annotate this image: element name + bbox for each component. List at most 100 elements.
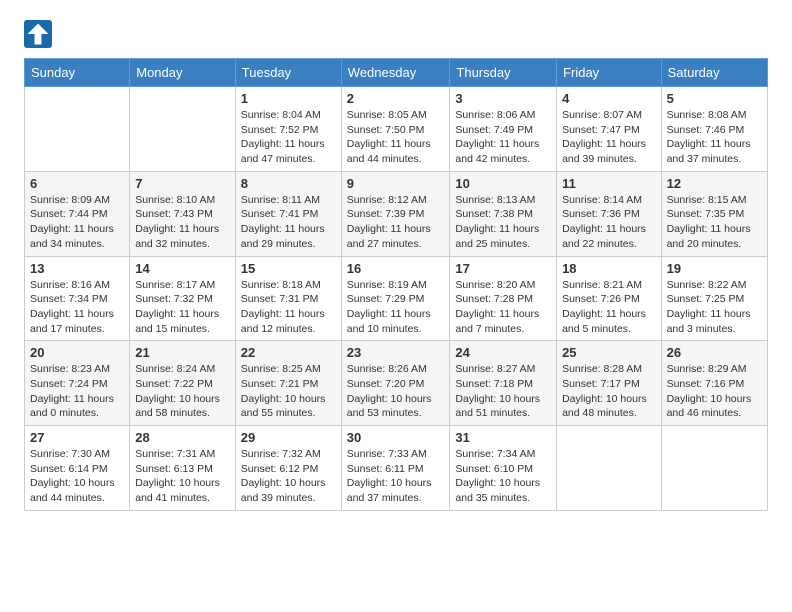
- calendar-cell: 4 Sunrise: 8:07 AM Sunset: 7:47 PM Daylig…: [557, 87, 662, 172]
- page: SundayMondayTuesdayWednesdayThursdayFrid…: [0, 0, 792, 531]
- day-info: Sunrise: 8:28 AM Sunset: 7:17 PM Dayligh…: [562, 362, 656, 421]
- day-info: Sunrise: 8:12 AM Sunset: 7:39 PM Dayligh…: [347, 193, 445, 252]
- day-number: 25: [562, 345, 656, 360]
- day-info: Sunrise: 8:25 AM Sunset: 7:21 PM Dayligh…: [241, 362, 336, 421]
- day-info: Sunrise: 8:26 AM Sunset: 7:20 PM Dayligh…: [347, 362, 445, 421]
- day-info: Sunrise: 8:11 AM Sunset: 7:41 PM Dayligh…: [241, 193, 336, 252]
- day-number: 12: [667, 176, 762, 191]
- calendar-cell: 25 Sunrise: 8:28 AM Sunset: 7:17 PM Dayli…: [557, 341, 662, 426]
- day-number: 26: [667, 345, 762, 360]
- day-info: Sunrise: 8:17 AM Sunset: 7:32 PM Dayligh…: [135, 278, 230, 337]
- day-info: Sunrise: 8:10 AM Sunset: 7:43 PM Dayligh…: [135, 193, 230, 252]
- day-number: 7: [135, 176, 230, 191]
- day-info: Sunrise: 7:34 AM Sunset: 6:10 PM Dayligh…: [455, 447, 551, 506]
- day-info: Sunrise: 8:18 AM Sunset: 7:31 PM Dayligh…: [241, 278, 336, 337]
- day-info: Sunrise: 8:21 AM Sunset: 7:26 PM Dayligh…: [562, 278, 656, 337]
- calendar-cell: 12Sunrise: 8:15 AM Sunset: 7:35 PM Dayli…: [661, 171, 767, 256]
- calendar-cell: 18 Sunrise: 8:21 AM Sunset: 7:26 PM Dayli…: [557, 256, 662, 341]
- day-info: Sunrise: 8:04 AM Sunset: 7:52 PM Dayligh…: [241, 108, 336, 167]
- day-number: 4: [562, 91, 656, 106]
- calendar-week-row: 1 Sunrise: 8:04 AM Sunset: 7:52 PM Daylig…: [25, 87, 768, 172]
- day-info: Sunrise: 8:06 AM Sunset: 7:49 PM Dayligh…: [455, 108, 551, 167]
- day-number: 29: [241, 430, 336, 445]
- day-of-week-header: Monday: [130, 59, 236, 87]
- calendar-cell: 19 Sunrise: 8:22 AM Sunset: 7:25 PM Dayli…: [661, 256, 767, 341]
- day-of-week-header: Sunday: [25, 59, 130, 87]
- day-info: Sunrise: 8:23 AM Sunset: 7:24 PM Dayligh…: [30, 362, 124, 421]
- day-number: 10: [455, 176, 551, 191]
- day-number: 17: [455, 261, 551, 276]
- calendar-cell: 3Sunrise: 8:06 AM Sunset: 7:49 PM Daylig…: [450, 87, 557, 172]
- calendar-cell: 1 Sunrise: 8:04 AM Sunset: 7:52 PM Daylig…: [235, 87, 341, 172]
- calendar-cell: 30 Sunrise: 7:33 AM Sunset: 6:11 PM Dayli…: [341, 426, 450, 511]
- calendar-cell: 22Sunrise: 8:25 AM Sunset: 7:21 PM Dayli…: [235, 341, 341, 426]
- calendar-cell: [130, 87, 236, 172]
- calendar-cell: 29 Sunrise: 7:32 AM Sunset: 6:12 PM Dayli…: [235, 426, 341, 511]
- calendar-cell: 2 Sunrise: 8:05 AM Sunset: 7:50 PM Daylig…: [341, 87, 450, 172]
- calendar-cell: 8Sunrise: 8:11 AM Sunset: 7:41 PM Daylig…: [235, 171, 341, 256]
- day-info: Sunrise: 8:13 AM Sunset: 7:38 PM Dayligh…: [455, 193, 551, 252]
- day-number: 6: [30, 176, 124, 191]
- day-number: 11: [562, 176, 656, 191]
- calendar-cell: [25, 87, 130, 172]
- calendar-cell: 9 Sunrise: 8:12 AM Sunset: 7:39 PM Daylig…: [341, 171, 450, 256]
- calendar-cell: 21 Sunrise: 8:24 AM Sunset: 7:22 PM Dayli…: [130, 341, 236, 426]
- calendar-cell: 10 Sunrise: 8:13 AM Sunset: 7:38 PM Dayli…: [450, 171, 557, 256]
- day-info: Sunrise: 8:20 AM Sunset: 7:28 PM Dayligh…: [455, 278, 551, 337]
- logo-icon: [24, 20, 52, 48]
- day-info: Sunrise: 8:24 AM Sunset: 7:22 PM Dayligh…: [135, 362, 230, 421]
- calendar-header-row: SundayMondayTuesdayWednesdayThursdayFrid…: [25, 59, 768, 87]
- calendar-week-row: 6 Sunrise: 8:09 AM Sunset: 7:44 PM Daylig…: [25, 171, 768, 256]
- day-number: 9: [347, 176, 445, 191]
- day-number: 5: [667, 91, 762, 106]
- day-number: 16: [347, 261, 445, 276]
- calendar-week-row: 27 Sunrise: 7:30 AM Sunset: 6:14 PM Dayli…: [25, 426, 768, 511]
- calendar-cell: 5 Sunrise: 8:08 AM Sunset: 7:46 PM Daylig…: [661, 87, 767, 172]
- calendar-cell: 31 Sunrise: 7:34 AM Sunset: 6:10 PM Dayli…: [450, 426, 557, 511]
- day-number: 13: [30, 261, 124, 276]
- calendar-cell: 7 Sunrise: 8:10 AM Sunset: 7:43 PM Daylig…: [130, 171, 236, 256]
- day-number: 18: [562, 261, 656, 276]
- logo: [24, 20, 56, 48]
- day-number: 27: [30, 430, 124, 445]
- day-info: Sunrise: 7:30 AM Sunset: 6:14 PM Dayligh…: [30, 447, 124, 506]
- calendar-cell: 15 Sunrise: 8:18 AM Sunset: 7:31 PM Dayli…: [235, 256, 341, 341]
- day-info: Sunrise: 7:32 AM Sunset: 6:12 PM Dayligh…: [241, 447, 336, 506]
- calendar-cell: 13 Sunrise: 8:16 AM Sunset: 7:34 PM Dayli…: [25, 256, 130, 341]
- calendar-table: SundayMondayTuesdayWednesdayThursdayFrid…: [24, 58, 768, 511]
- calendar-cell: [661, 426, 767, 511]
- calendar-cell: 24Sunrise: 8:27 AM Sunset: 7:18 PM Dayli…: [450, 341, 557, 426]
- day-info: Sunrise: 8:07 AM Sunset: 7:47 PM Dayligh…: [562, 108, 656, 167]
- calendar-week-row: 13 Sunrise: 8:16 AM Sunset: 7:34 PM Dayli…: [25, 256, 768, 341]
- day-number: 31: [455, 430, 551, 445]
- day-info: Sunrise: 8:27 AM Sunset: 7:18 PM Dayligh…: [455, 362, 551, 421]
- day-of-week-header: Wednesday: [341, 59, 450, 87]
- day-number: 1: [241, 91, 336, 106]
- day-info: Sunrise: 8:14 AM Sunset: 7:36 PM Dayligh…: [562, 193, 656, 252]
- day-of-week-header: Thursday: [450, 59, 557, 87]
- day-number: 2: [347, 91, 445, 106]
- day-info: Sunrise: 8:19 AM Sunset: 7:29 PM Dayligh…: [347, 278, 445, 337]
- day-number: 28: [135, 430, 230, 445]
- day-number: 15: [241, 261, 336, 276]
- calendar-cell: 17 Sunrise: 8:20 AM Sunset: 7:28 PM Dayli…: [450, 256, 557, 341]
- day-info: Sunrise: 8:22 AM Sunset: 7:25 PM Dayligh…: [667, 278, 762, 337]
- day-info: Sunrise: 8:05 AM Sunset: 7:50 PM Dayligh…: [347, 108, 445, 167]
- day-info: Sunrise: 8:09 AM Sunset: 7:44 PM Dayligh…: [30, 193, 124, 252]
- day-info: Sunrise: 8:08 AM Sunset: 7:46 PM Dayligh…: [667, 108, 762, 167]
- day-number: 14: [135, 261, 230, 276]
- calendar-cell: 11 Sunrise: 8:14 AM Sunset: 7:36 PM Dayli…: [557, 171, 662, 256]
- day-number: 20: [30, 345, 124, 360]
- day-of-week-header: Friday: [557, 59, 662, 87]
- day-number: 19: [667, 261, 762, 276]
- calendar-cell: 16 Sunrise: 8:19 AM Sunset: 7:29 PM Dayli…: [341, 256, 450, 341]
- day-info: Sunrise: 7:33 AM Sunset: 6:11 PM Dayligh…: [347, 447, 445, 506]
- calendar-week-row: 20 Sunrise: 8:23 AM Sunset: 7:24 PM Dayli…: [25, 341, 768, 426]
- calendar-cell: 23Sunrise: 8:26 AM Sunset: 7:20 PM Dayli…: [341, 341, 450, 426]
- day-number: 21: [135, 345, 230, 360]
- day-info: Sunrise: 8:29 AM Sunset: 7:16 PM Dayligh…: [667, 362, 762, 421]
- day-number: 30: [347, 430, 445, 445]
- calendar-cell: 20 Sunrise: 8:23 AM Sunset: 7:24 PM Dayli…: [25, 341, 130, 426]
- calendar-cell: 6 Sunrise: 8:09 AM Sunset: 7:44 PM Daylig…: [25, 171, 130, 256]
- day-info: Sunrise: 8:16 AM Sunset: 7:34 PM Dayligh…: [30, 278, 124, 337]
